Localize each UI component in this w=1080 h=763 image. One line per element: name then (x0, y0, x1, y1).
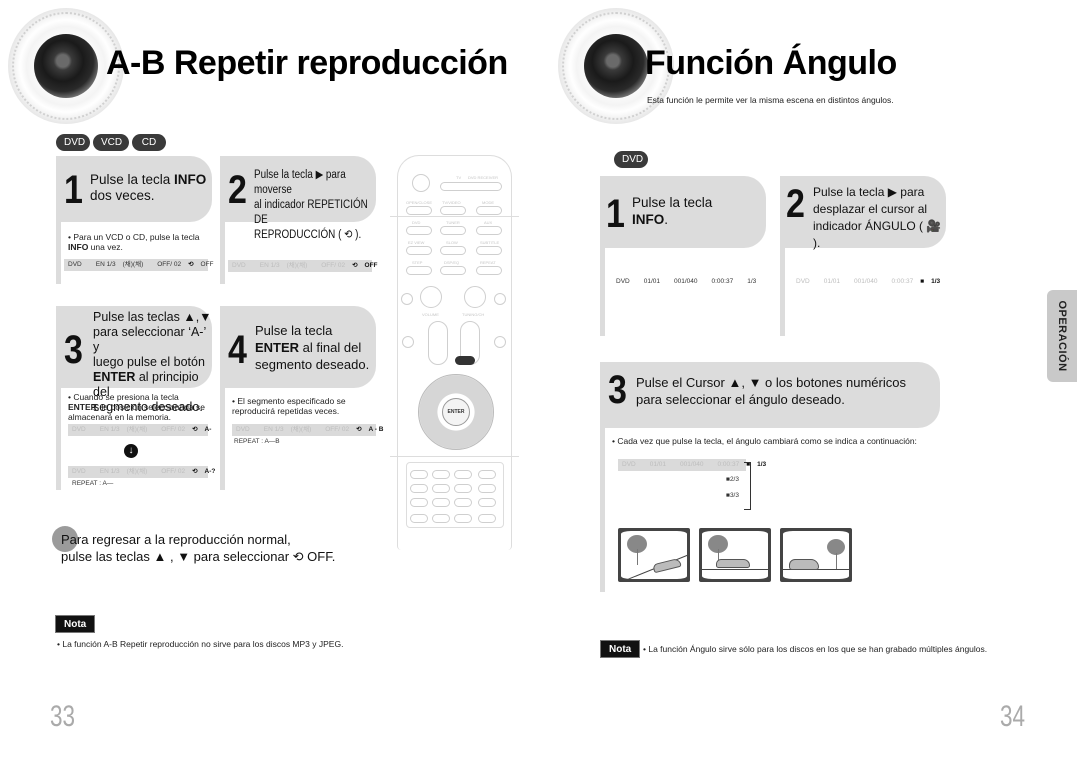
enter-button: ENTER (442, 398, 470, 426)
disc-badge-dvd: DVD (56, 134, 90, 151)
osd-bar: DVD EN 1/3 (채)(채) OFF/ 02 ⟲ OFF (228, 260, 378, 272)
angle-step-2-box: 2 Pulse la tecla ▶ para desplazar el cur… (780, 176, 946, 336)
osd-bar: DVD 01/01 001/040 0:00:37 ■ 1/3 (792, 276, 940, 288)
step-number: 1 (64, 168, 83, 212)
page-number-left: 33 (50, 700, 76, 733)
info-button-highlight (455, 356, 475, 365)
step-3-box: 3 Pulse las teclas ▲,▼ para seleccionar … (56, 306, 215, 490)
step-number: 2 (786, 182, 805, 226)
step-1-text: Pulse la tecla INFO dos veces. (90, 172, 207, 203)
disc-badge-vcd: VCD (93, 134, 129, 151)
angle-picture-2 (699, 528, 771, 582)
step-1-box: 1 Pulse la tecla INFO dos veces. • Para … (56, 156, 214, 284)
osd-bar: DVD 01/01 001/040 0:00:37 ■ 1/3 (618, 459, 766, 471)
step-2-box: 2 Pulse la tecla ▶ para moverse al indic… (220, 156, 378, 284)
return-instruction: Para regresar a la reproducción normal, … (61, 532, 336, 564)
page-title-right: Función Ángulo (645, 44, 897, 82)
step-number: 3 (64, 328, 83, 372)
note-label-left: Nota (55, 615, 96, 633)
angle-picture-1 (618, 528, 690, 582)
section-tab-operacion: OPERACIÓN (1047, 290, 1077, 382)
angle-option-2: ■2/3 (726, 476, 739, 483)
angle-step-1-text: Pulse la tecla INFO. (632, 195, 713, 227)
page-number-right: 34 (1000, 700, 1026, 733)
angle-icon: ■ (920, 278, 925, 285)
osd-bar: DVD 01/01 001/040 0:00:37 1/3 (612, 276, 756, 288)
step-number: 3 (608, 368, 627, 412)
osd-bar-b: DVD EN 1/3 (채)(채) OFF/ 02 ⟲ A-? (68, 466, 215, 478)
note-text-left: • La función A-B Repetir reproducción no… (57, 639, 344, 649)
angle-step-3-note: • Cada vez que pulse la tecla, el ángulo… (612, 436, 917, 446)
page-subtitle-right: Esta función le permite ver la misma esc… (647, 95, 894, 105)
disc-badge-cd: CD (132, 134, 166, 151)
note-text-right: • La función Ángulo sirve sólo para los … (643, 644, 988, 654)
step-number: 2 (228, 168, 247, 212)
step-number: 1 (606, 192, 625, 236)
step-3-note: • Cuando se presiona la tecla ENTER, la p… (68, 392, 206, 422)
repeat-label: REPEAT : A—B (234, 438, 280, 445)
remote-control-illustration: TV DVD RECEIVER OPEN/CLOSE TV/VIDEO MODE… (390, 155, 519, 550)
osd-bar: DVD EN 1/3 (채)(채) OFF/ 02 ⟲ OFF (64, 259, 214, 271)
angle-step-3-text: Pulse el Cursor ▲, ▼ o los botones numér… (636, 375, 906, 407)
power-button (412, 174, 430, 192)
angle-picture-3 (780, 528, 852, 582)
step-number: 4 (228, 328, 247, 372)
step-4-box: 4 Pulse la tecla ENTER al final del segm… (220, 306, 383, 490)
osd-bar: DVD EN 1/3 (채)(채) OFF/ 02 ⟲ A - B (232, 424, 383, 436)
repeat-icon: ⟲ (352, 262, 358, 269)
note-label-right: Nota (600, 640, 641, 658)
step-2-text: Pulse la tecla ▶ para moverse al indicad… (254, 169, 368, 241)
repeat-label: REPEAT : A— (72, 480, 114, 487)
repeat-icon: ⟲ (192, 468, 198, 475)
repeat-icon: ⟲ (188, 261, 194, 268)
angle-step-3-box: 3 Pulse el Cursor ▲, ▼ o los botones num… (600, 362, 940, 592)
disc-badge-dvd: DVD (614, 151, 648, 168)
step-4-note: • El segmento especificado se reproducir… (232, 396, 346, 416)
step-4-text: Pulse la tecla ENTER al final del segmen… (255, 323, 370, 372)
angle-step-1-box: 1 Pulse la tecla INFO. DVD 01/01 001/040… (600, 176, 766, 336)
osd-bar-a: DVD EN 1/3 (채)(채) OFF/ 02 ⟲ A- (68, 424, 211, 436)
angle-step-2-text: Pulse la tecla ▶ para desplazar el curso… (813, 185, 942, 250)
down-arrow-icon: ↓ (124, 444, 138, 458)
angle-option-3: ■3/3 (726, 492, 739, 499)
repeat-icon: ⟲ (356, 426, 362, 433)
page-title-left: A-B Repetir reproducción (106, 44, 508, 82)
step-1-note: • Para un VCD o CD, pulse la tecla INFO … (68, 232, 200, 252)
cycle-arrow (744, 462, 751, 510)
repeat-icon: ⟲ (192, 426, 198, 433)
